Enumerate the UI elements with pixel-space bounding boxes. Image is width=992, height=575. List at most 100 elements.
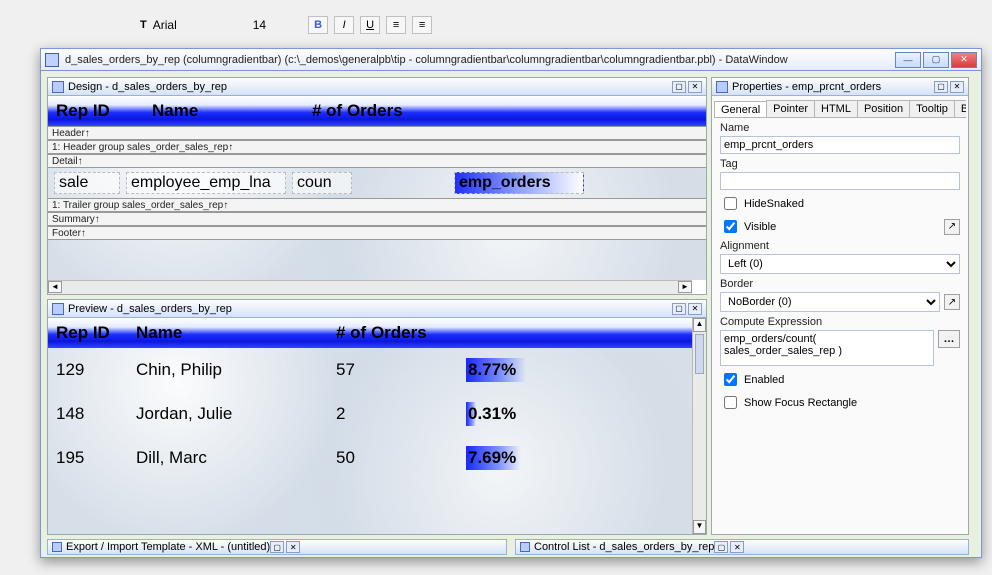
minimize-button[interactable]: —: [895, 52, 921, 68]
properties-tabs: General Pointer HTML Position Tooltip Ba…: [714, 98, 966, 118]
alignment-select[interactable]: Left (0): [720, 254, 960, 274]
table-row[interactable]: 195Dill, Marc507.69%: [48, 436, 692, 480]
band-detail[interactable]: Detail↑: [48, 154, 706, 168]
export-panel-titlebar[interactable]: Export / Import Template - XML - (untitl…: [47, 539, 507, 555]
close-button[interactable]: ✕: [951, 52, 977, 68]
border-label: Border: [720, 278, 960, 290]
col-orders[interactable]: # of Orders: [312, 101, 512, 121]
field-emp-lname[interactable]: employee_emp_lna: [126, 172, 286, 194]
enabled-label: Enabled: [744, 374, 784, 386]
border-expr-button[interactable]: ↗: [944, 294, 960, 310]
properties-panel-icon: [716, 81, 728, 93]
control-list-icon: [520, 542, 530, 552]
scroll-up-icon[interactable]: ▲: [693, 318, 706, 332]
band-header[interactable]: Header↑: [48, 126, 706, 140]
underline-button[interactable]: U: [360, 16, 380, 34]
export-panel-icon: [52, 542, 62, 552]
design-max-button[interactable]: ▢: [672, 81, 686, 93]
visible-checkbox[interactable]: [724, 220, 737, 233]
name-label: Name: [720, 122, 960, 134]
tab-general[interactable]: General: [714, 101, 767, 118]
preview-vscrollbar[interactable]: ▲ ▼: [692, 318, 706, 534]
detail-row[interactable]: sale employee_emp_lna coun emp_orders: [48, 168, 706, 198]
tab-html[interactable]: HTML: [814, 100, 858, 117]
control-max-button[interactable]: ▢: [714, 541, 728, 553]
pct-text: 7.69%: [468, 448, 516, 468]
band-summary[interactable]: Summary↑: [48, 212, 706, 226]
props-max-button[interactable]: ▢: [934, 81, 948, 93]
tab-background[interactable]: Ba: [954, 100, 966, 117]
control-list-panel: Control List - d_sales_orders_by_rep ▢ ✕: [515, 539, 969, 555]
preview-panel-titlebar[interactable]: Preview - d_sales_orders_by_rep ▢ ✕: [48, 300, 706, 318]
export-max-button[interactable]: ▢: [270, 541, 284, 553]
border-select[interactable]: NoBorder (0): [720, 292, 940, 312]
preview-max-button[interactable]: ▢: [672, 303, 686, 315]
col-rep-id[interactable]: Rep ID: [56, 101, 128, 121]
cell-pct: 0.31%: [466, 402, 586, 426]
pcol-orders: # of Orders: [336, 323, 536, 343]
align-left-button[interactable]: ≡: [386, 16, 406, 34]
control-close-button[interactable]: ✕: [730, 541, 744, 553]
scroll-left-icon[interactable]: ◄: [48, 281, 62, 293]
preview-panel: Preview - d_sales_orders_by_rep ▢ ✕ Rep …: [47, 299, 707, 535]
maximize-button[interactable]: ▢: [923, 52, 949, 68]
cell-rep-id: 129: [56, 360, 136, 380]
compute-ellipsis-button[interactable]: …: [938, 330, 960, 348]
table-row[interactable]: 129Chin, Philip578.77%: [48, 348, 692, 392]
field-sale[interactable]: sale: [54, 172, 120, 194]
band-group-header[interactable]: 1: Header group sales_order_sales_rep↑: [48, 140, 706, 154]
italic-button[interactable]: I: [334, 16, 354, 34]
font-size[interactable]: 14: [253, 18, 266, 32]
cell-name: Dill, Marc: [136, 448, 336, 468]
preview-close-button[interactable]: ✕: [688, 303, 702, 315]
preview-surface[interactable]: Rep ID Name # of Orders 129Chin, Philip5…: [48, 318, 692, 534]
band-group-trailer[interactable]: 1: Trailer group sales_order_sales_rep↑: [48, 198, 706, 212]
scroll-down-icon[interactable]: ▼: [693, 520, 706, 534]
left-dock-sliver: [0, 48, 34, 348]
align-center-button[interactable]: ≡: [412, 16, 432, 34]
design-panel-titlebar[interactable]: Design - d_sales_orders_by_rep ▢ ✕: [48, 78, 706, 96]
visible-label: Visible: [744, 221, 776, 233]
hidesnaked-checkbox[interactable]: [724, 197, 737, 210]
control-list-titlebar[interactable]: Control List - d_sales_orders_by_rep ▢ ✕: [515, 539, 969, 555]
cell-orders: 2: [336, 404, 466, 424]
cell-rep-id: 148: [56, 404, 136, 424]
field-emp-orders[interactable]: emp_orders: [454, 172, 584, 194]
window-titlebar[interactable]: d_sales_orders_by_rep (columngradientbar…: [41, 49, 981, 71]
font-name[interactable]: Arial: [153, 18, 177, 32]
preview-column-header: Rep ID Name # of Orders: [48, 318, 692, 348]
compute-label: Compute Expression: [720, 316, 960, 328]
design-close-button[interactable]: ✕: [688, 81, 702, 93]
showfocus-checkbox[interactable]: [724, 396, 737, 409]
table-row[interactable]: 148Jordan, Julie20.31%: [48, 392, 692, 436]
design-surface[interactable]: Rep ID Name # of Orders Header↑ 1: Heade…: [48, 96, 706, 280]
cell-name: Chin, Philip: [136, 360, 336, 380]
design-hscrollbar[interactable]: ◄ ►: [48, 280, 692, 294]
bold-button[interactable]: B: [308, 16, 328, 34]
tag-field[interactable]: [720, 172, 960, 190]
field-count[interactable]: coun: [292, 172, 352, 194]
col-name[interactable]: Name: [152, 101, 312, 121]
band-footer[interactable]: Footer↑: [48, 226, 706, 240]
cell-name: Jordan, Julie: [136, 404, 336, 424]
cell-orders: 50: [336, 448, 466, 468]
design-column-header[interactable]: Rep ID Name # of Orders: [48, 96, 706, 126]
properties-panel-titlebar[interactable]: Properties - emp_prcnt_orders ▢ ✕: [712, 78, 968, 96]
enabled-checkbox[interactable]: [724, 373, 737, 386]
compute-field[interactable]: emp_orders/count( sales_order_sales_rep …: [720, 330, 934, 366]
pct-text: 0.31%: [468, 404, 516, 424]
scroll-right-icon[interactable]: ►: [678, 281, 692, 293]
tag-label: Tag: [720, 158, 960, 170]
cell-orders: 57: [336, 360, 466, 380]
tab-position[interactable]: Position: [857, 100, 910, 117]
name-field[interactable]: [720, 136, 960, 154]
top-toolbar: T Arial 14 B I U ≡ ≡: [140, 15, 740, 35]
visible-expr-button[interactable]: ↗: [944, 219, 960, 235]
cell-pct: 7.69%: [466, 446, 586, 470]
tab-tooltip[interactable]: Tooltip: [909, 100, 955, 117]
tab-pointer[interactable]: Pointer: [766, 100, 815, 117]
design-panel: Design - d_sales_orders_by_rep ▢ ✕ Rep I…: [47, 77, 707, 295]
export-close-button[interactable]: ✕: [286, 541, 300, 553]
props-close-button[interactable]: ✕: [950, 81, 964, 93]
scroll-thumb[interactable]: [695, 334, 704, 374]
